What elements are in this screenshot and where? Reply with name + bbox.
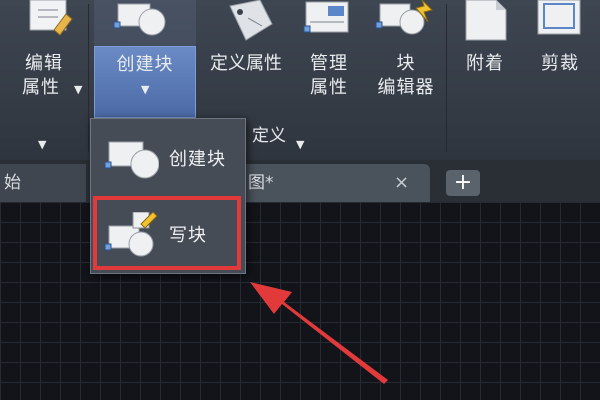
annotation-arrow — [250, 282, 388, 384]
